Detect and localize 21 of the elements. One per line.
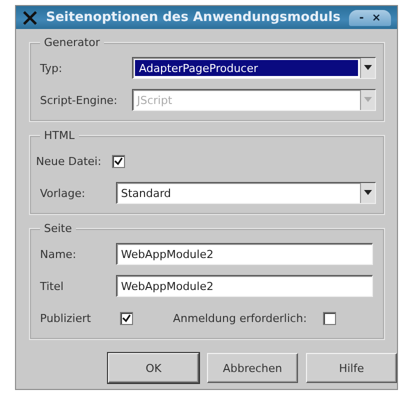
field-label: Name: [39,248,78,260]
group-title: Generator [40,36,104,49]
field-label: Vorlage: [39,186,86,200]
dialog-button[interactable]: OK [108,353,199,383]
field-label: Neue Datei: [36,154,102,168]
text-field[interactable]: WebAppModule2 [116,275,373,297]
text-field[interactable]: WebAppModule2 [116,243,373,265]
field-label: Titel [39,280,65,292]
dropdown[interactable]: Standard [116,182,376,204]
field-label: Typ: [39,62,64,74]
dropdown[interactable]: AdapterPageProducer [132,57,376,79]
dialog-button[interactable]: Hilfe [306,353,397,383]
field-label: Script-Engine: [39,94,118,106]
checkbox-label: Publiziert [39,312,92,324]
checkbox-label: Anmeldung erforderlich: [172,312,307,324]
close-button[interactable]: × [372,11,381,24]
group-title: Seite [40,222,76,235]
minimize-button[interactable]: - [359,11,364,24]
window-title: Seitenoptionen des Anwendungsmoduls [46,10,342,25]
group-title: HTML [40,129,79,142]
dialog-button[interactable]: Abbrechen [207,353,298,383]
